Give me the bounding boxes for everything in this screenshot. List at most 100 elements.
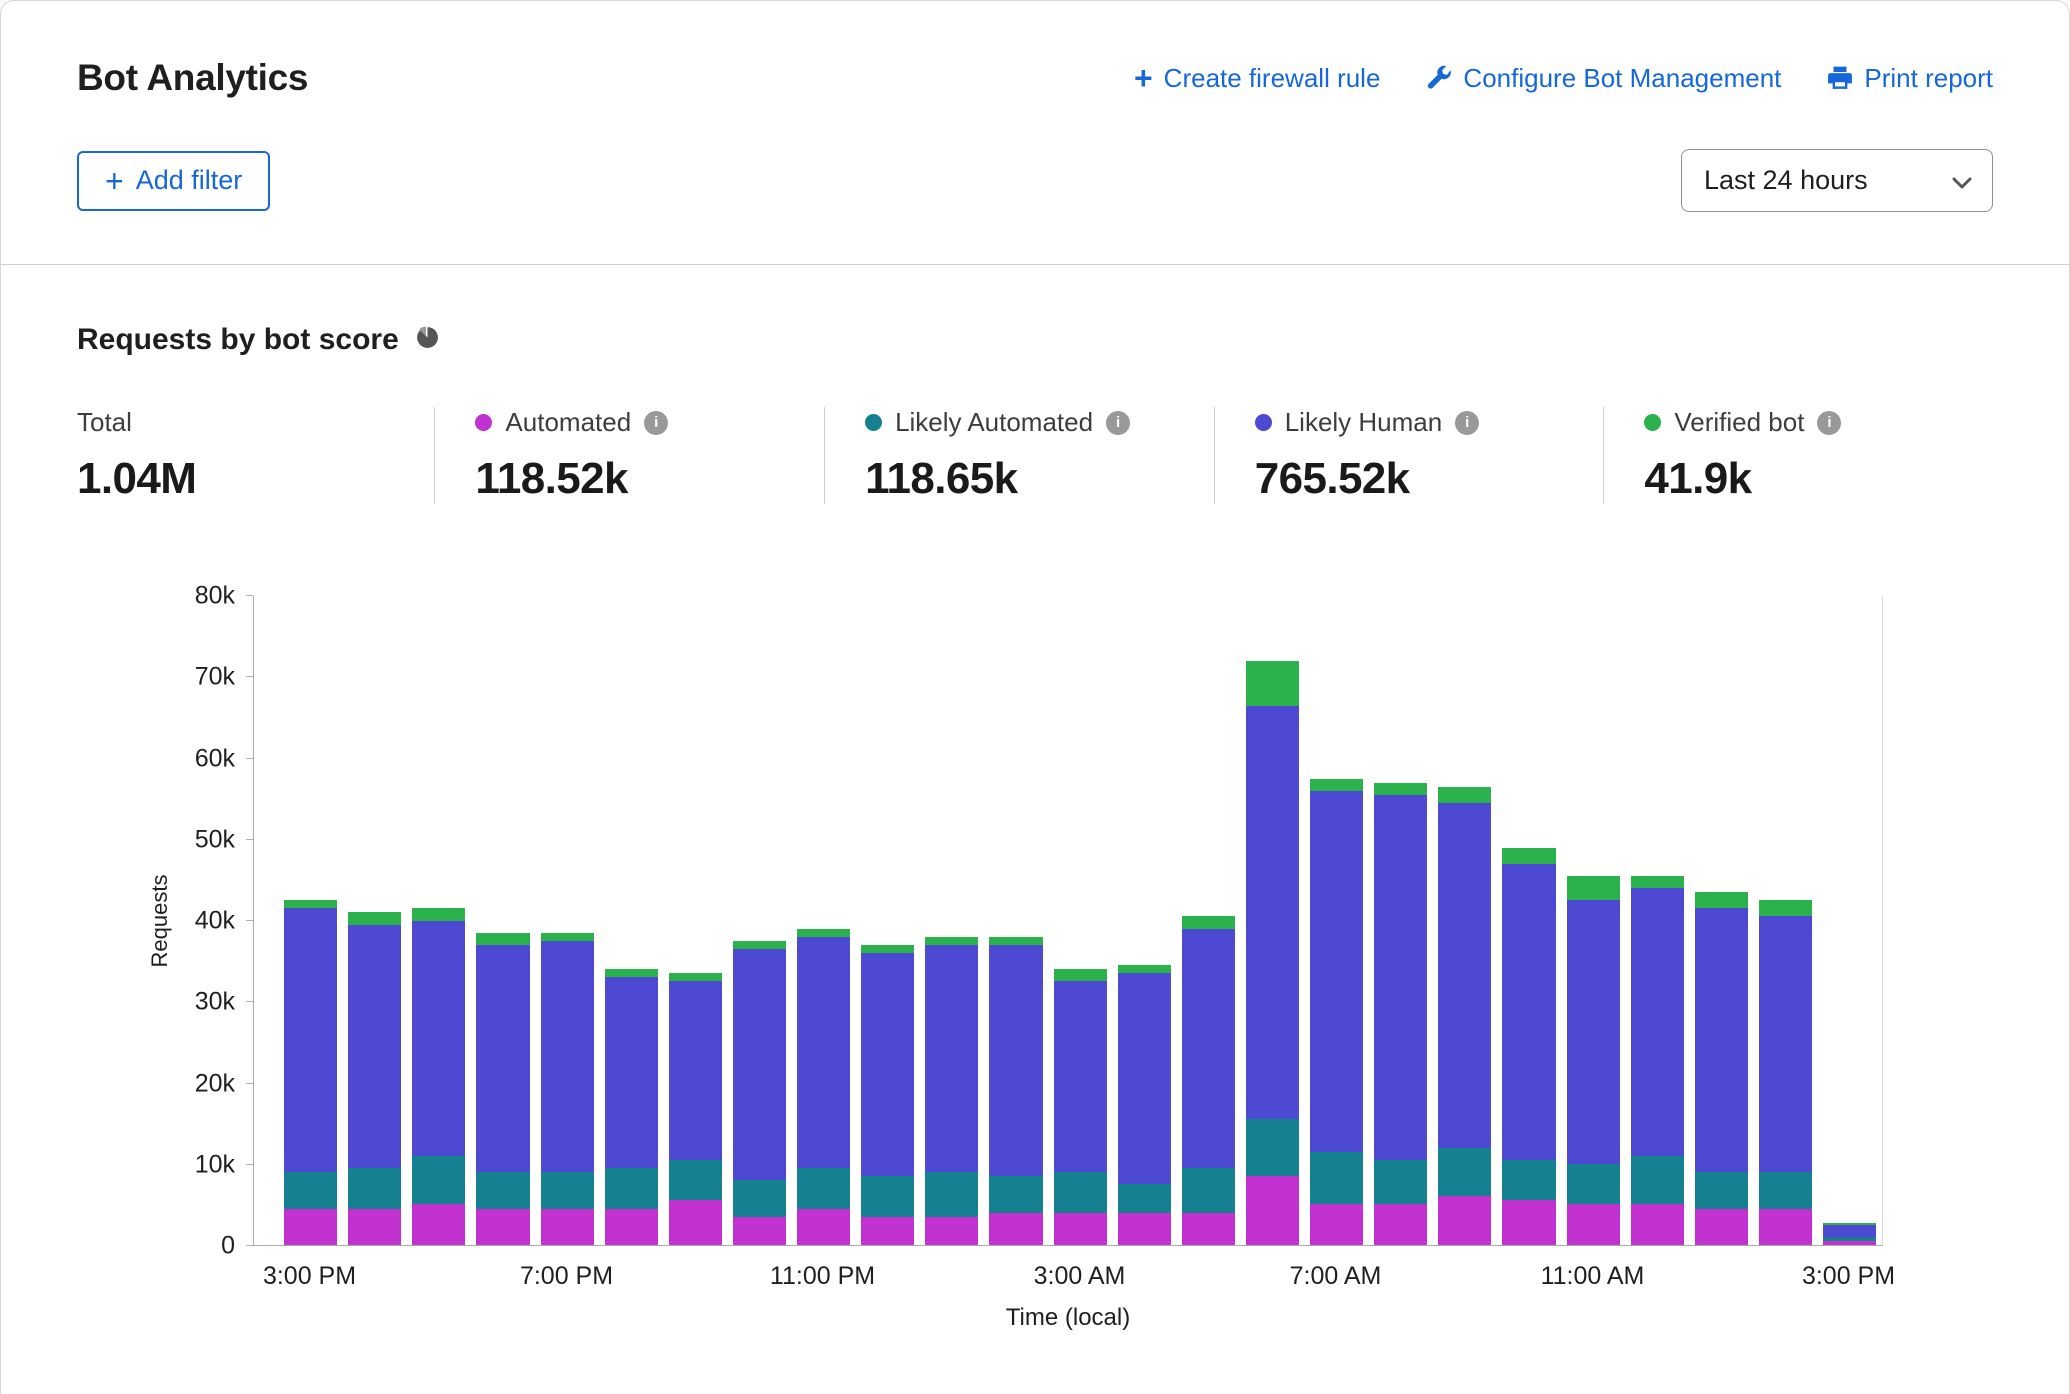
y-tick-label: 60k [195, 744, 235, 773]
time-range-select[interactable]: Last 24 hours [1681, 149, 1993, 212]
stacked-bar-5[interactable] [605, 596, 658, 1245]
bar-segment [284, 908, 337, 1172]
stacked-bar-22[interactable] [1695, 596, 1748, 1245]
y-axis-labels: 010k20k30k40k50k60k70k80k [153, 596, 253, 1246]
x-axis-title: Time (local) [253, 1304, 1883, 1332]
bar-segment [797, 1209, 850, 1246]
stacked-bar-9[interactable] [861, 596, 914, 1245]
y-tick-label: 80k [195, 582, 235, 611]
stat-automated: Automated i 118.52k [434, 407, 824, 504]
stacked-bar-20[interactable] [1567, 596, 1620, 1245]
stacked-bar-6[interactable] [669, 596, 722, 1245]
print-report-link[interactable]: Print report [1827, 63, 1993, 94]
bar-segment [1567, 876, 1620, 900]
stat-total: Total 1.04M [77, 407, 434, 504]
stat-total-value: 1.04M [77, 454, 404, 504]
bar-segment [733, 1180, 786, 1217]
stacked-bar-3[interactable] [476, 596, 529, 1245]
bar-segment [733, 949, 786, 1180]
bar-segment [412, 921, 465, 1156]
bar-segment [1182, 1168, 1235, 1213]
stats-row: Total 1.04M Automated i 118.52k Likely A… [77, 407, 1993, 504]
bar-segment [1502, 864, 1555, 1160]
stacked-bar-8[interactable] [797, 596, 850, 1245]
bar-segment [797, 937, 850, 1168]
configure-bot-management-link[interactable]: Configure Bot Management [1426, 63, 1781, 94]
y-tick-label: 10k [195, 1150, 235, 1179]
stacked-bar-15[interactable] [1246, 596, 1299, 1245]
y-tick-mark [246, 1245, 253, 1246]
stacked-bar-24[interactable] [1823, 596, 1876, 1245]
stacked-bar-17[interactable] [1374, 596, 1427, 1245]
y-tick-mark [246, 758, 253, 759]
bar-segment [1695, 1172, 1748, 1209]
x-tick-label: 3:00 AM [1034, 1262, 1126, 1291]
bar-segment [284, 1209, 337, 1246]
stacked-bar-21[interactable] [1631, 596, 1684, 1245]
info-icon[interactable]: i [644, 411, 668, 435]
stacked-bar-18[interactable] [1438, 596, 1491, 1245]
bar-segment [1502, 1160, 1555, 1201]
bar-segment [1438, 787, 1491, 803]
y-tick-label: 20k [195, 1069, 235, 1098]
bar-segment [861, 945, 914, 953]
bar-segment [476, 1209, 529, 1246]
bar-segment [1310, 791, 1363, 1152]
stacked-bar-23[interactable] [1759, 596, 1812, 1245]
stacked-bar-14[interactable] [1182, 596, 1235, 1245]
bar-segment [1182, 916, 1235, 928]
stacked-bar-12[interactable] [1054, 596, 1107, 1245]
info-icon[interactable]: i [1455, 411, 1479, 435]
plus-icon: + [105, 165, 124, 197]
add-filter-button[interactable]: + Add filter [77, 151, 270, 211]
bar-segment [1054, 1213, 1107, 1245]
bar-segment [1759, 1172, 1812, 1209]
stacked-bar-2[interactable] [412, 596, 465, 1245]
legend-dot-1 [865, 414, 882, 431]
stacked-bar-16[interactable] [1310, 596, 1363, 1245]
info-icon[interactable]: i [1817, 411, 1841, 435]
plus-icon: + [1134, 62, 1153, 94]
info-icon[interactable]: i [1106, 411, 1130, 435]
bar-segment [476, 933, 529, 945]
bar-segment [476, 1172, 529, 1209]
x-tick-label: 7:00 PM [520, 1262, 613, 1291]
bar-segment [669, 1200, 722, 1245]
bar-segment [1631, 1204, 1684, 1245]
stat-likely-human-value: 765.52k [1255, 454, 1574, 504]
bar-segment [605, 969, 658, 977]
bar-segment [476, 945, 529, 1172]
bar-segment [861, 1217, 914, 1245]
create-firewall-rule-link[interactable]: + Create firewall rule [1134, 62, 1380, 94]
stacked-bar-11[interactable] [989, 596, 1042, 1245]
bar-segment [605, 977, 658, 1168]
wrench-icon [1426, 65, 1452, 91]
bar-segment [989, 937, 1042, 945]
bar-segment [1374, 795, 1427, 1160]
header: Bot Analytics + Create firewall rule Con… [1, 1, 2069, 265]
y-tick-mark [246, 1164, 253, 1165]
x-tick-label: 7:00 AM [1290, 1262, 1382, 1291]
bar-segment [1823, 1241, 1876, 1245]
y-tick-label: 50k [195, 825, 235, 854]
bar-segment [669, 981, 722, 1159]
stacked-bar-19[interactable] [1502, 596, 1555, 1245]
bar-segment [1374, 783, 1427, 795]
stacked-bar-1[interactable] [348, 596, 401, 1245]
bar-segment [1246, 1119, 1299, 1176]
bar-segment [1310, 1204, 1363, 1245]
stacked-bar-10[interactable] [925, 596, 978, 1245]
stacked-bar-7[interactable] [733, 596, 786, 1245]
bar-segment [1502, 1200, 1555, 1245]
stacked-bar-13[interactable] [1118, 596, 1171, 1245]
stacked-bar-4[interactable] [541, 596, 594, 1245]
bar-segment [1759, 916, 1812, 1172]
bar-segment [412, 1156, 465, 1205]
chevron-down-icon [1952, 165, 1972, 196]
header-actions: + Create firewall rule Configure Bot Man… [1134, 62, 1993, 94]
bar-segment [1631, 876, 1684, 888]
bar-segment [1182, 1213, 1235, 1245]
bar-segment [348, 925, 401, 1168]
printer-icon [1827, 65, 1853, 91]
stacked-bar-0[interactable] [284, 596, 337, 1245]
